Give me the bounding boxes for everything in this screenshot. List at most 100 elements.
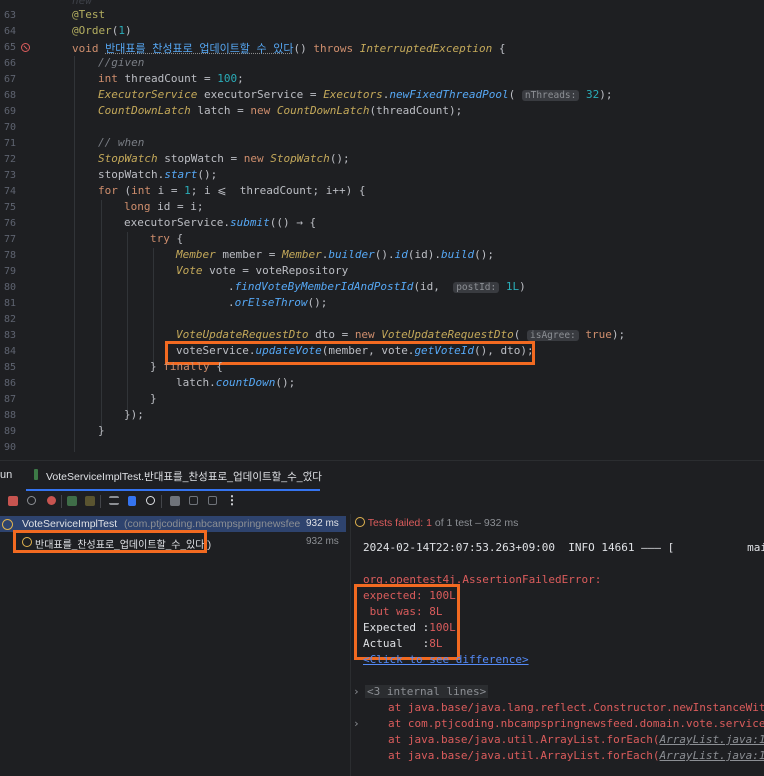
line-number: 84 (3, 346, 16, 357)
expand-icon[interactable] (208, 496, 217, 505)
root-test-class: VoteServiceImplTest (22, 518, 118, 530)
root-test-package: (com.ptjcoding.nbcampspringnewsfee (124, 518, 301, 530)
code-line-66: //given (98, 56, 145, 69)
line-number: 64 (3, 26, 16, 37)
source-link[interactable]: ArrayList.java:15 (660, 733, 764, 746)
code-line-75: long id = i; (124, 200, 204, 213)
param-hint: nThreads: (521, 90, 580, 101)
indent-guide (127, 232, 128, 412)
line-number: 65 (3, 42, 16, 53)
test-run-icon (34, 469, 38, 480)
code-line-63: @Test (72, 8, 106, 21)
code-line-89: } (98, 424, 105, 437)
code-line-88: }); (124, 408, 144, 421)
history-icon[interactable] (146, 496, 155, 505)
sort-icon[interactable] (109, 496, 119, 505)
line-number: 67 (3, 74, 16, 85)
code-line-86: latch.countDown(); (176, 376, 296, 389)
code-line-65: void 반대표를 찬성표로 업데이트할 수 있다() throws Inter… (72, 42, 506, 55)
warning-icon (355, 517, 365, 527)
code-line-73: stopWatch.start(); (98, 168, 218, 181)
toolbar-separator (161, 495, 162, 508)
close-tab-icon[interactable]: × (306, 468, 312, 480)
line-number: 81 (3, 298, 16, 309)
test-method-name: 반대표를 찬성표로 업데이트할 수 있다 (105, 42, 294, 55)
code-line-83: VoteUpdateRequestDto dto = new VoteUpdat… (176, 328, 626, 341)
param-hint: isAgree: (527, 330, 579, 341)
line-number: 66 (3, 58, 16, 69)
export-icon[interactable] (189, 496, 198, 505)
source-link[interactable]: ArrayList.java:15 (660, 749, 764, 762)
line-number: 83 (3, 330, 16, 341)
line-number: 89 (3, 426, 16, 437)
run-toolbar: ⋮ (0, 490, 340, 514)
line-number: 90 (3, 442, 16, 453)
indent-guide (153, 248, 154, 364)
run-tab[interactable]: VoteServiceImplTest.반대표를_찬성표로_업데이트할_수_있다… (26, 461, 322, 491)
line-number: 87 (3, 394, 16, 405)
code-line-81: .orElseThrow(); (228, 296, 328, 309)
line-number: 69 (3, 106, 16, 117)
line-number: 76 (3, 218, 16, 229)
line-number-gutter[interactable] (0, 0, 44, 460)
code-line-74: for (int i = 1; i ⩽ threadCount; i++) { (98, 184, 366, 197)
test-failed-gutter-icon[interactable] (21, 43, 30, 52)
code-line-67: int threadCount = 100; (98, 72, 244, 85)
root-test-time: 932 ms (306, 518, 339, 529)
show-passed-icon[interactable] (67, 496, 77, 506)
show-ignored-icon[interactable] (85, 496, 95, 506)
param-hint: postId: (453, 282, 500, 293)
code-line-85: } finally { (150, 360, 223, 373)
expand-arrow-icon[interactable]: › (353, 717, 360, 730)
line-number: 77 (3, 234, 16, 245)
line-number: 78 (3, 250, 16, 261)
stack-trace-line: at java.base/java.lang.reflect.Construct… (388, 701, 764, 714)
rerun-failed-icon[interactable] (47, 496, 56, 505)
run-tool-label[interactable]: un (0, 469, 12, 481)
code-line-87: } (150, 392, 157, 405)
rerun-icon[interactable] (27, 496, 36, 505)
indent-guide (101, 200, 102, 428)
code-line-77: try { (150, 232, 184, 245)
test-method-time: 932 ms (306, 536, 339, 547)
code-line-68: ExecutorService executorService = Execut… (98, 88, 613, 101)
internal-lines-fold[interactable]: <3 internal lines> (365, 685, 489, 698)
line-number: 72 (3, 154, 16, 165)
toolbar-separator (100, 495, 101, 508)
line-number: 70 (3, 122, 16, 133)
run-tool-window-header: un VoteServiceImplTest.반대표를_찬성표로_업데이트할_수… (0, 460, 764, 491)
test-results-tree[interactable]: VoteServiceImplTest (com.ptjcoding.nbcam… (0, 514, 346, 776)
code-line-78: Member member = Member.builder().id(id).… (176, 248, 494, 261)
highlight-box-test-method (13, 530, 207, 553)
line-number: 79 (3, 266, 16, 277)
camera-icon[interactable] (170, 496, 180, 506)
line-number: 82 (3, 314, 16, 325)
test-console-output[interactable]: Tests failed: 1 of 1 test – 932 ms 2024-… (350, 514, 764, 776)
line-number: 71 (3, 138, 16, 149)
code-line-79: Vote vote = voteRepository (176, 264, 349, 277)
warning-icon (2, 519, 13, 530)
expand-arrow-icon[interactable]: › (353, 685, 360, 698)
test-status: Tests failed: 1 of 1 test – 932 ms (355, 517, 518, 529)
stack-trace-line: at com.ptjcoding.nbcampspringnewsfeed.do… (388, 717, 764, 730)
line-number: 74 (3, 186, 16, 197)
more-options-icon[interactable]: ⋮ (226, 493, 238, 507)
line-number: 75 (3, 202, 16, 213)
line-number: 86 (3, 378, 16, 389)
line-number: 68 (3, 90, 16, 101)
line-number: 63 (3, 10, 16, 21)
line-number: 80 (3, 282, 16, 293)
code-line-71: // when (98, 136, 145, 149)
import-tests-icon[interactable] (128, 496, 136, 506)
stack-trace-line: at java.base/java.util.ArrayList.forEach… (388, 749, 764, 762)
code-editor[interactable]: 63 64 65 66 67 68 69 70 71 72 73 74 75 76 77 78 79 80 81 82… (0, 0, 764, 460)
stop-icon[interactable] (8, 496, 18, 506)
highlight-box-assertion (354, 584, 460, 660)
click-to-see-difference-link[interactable]: <Click to see difference> (363, 653, 529, 666)
log-line: 2024-02-14T22:07:53.263+09:00 INFO 14661… (363, 541, 764, 554)
line-number: 85 (3, 362, 16, 373)
code-line-76: executorService.submit(() → { (124, 216, 317, 229)
code-line-69: CountDownLatch latch = new CountDownLatc… (98, 104, 463, 117)
toolbar-separator (61, 495, 62, 508)
run-tab-title: VoteServiceImplTest.반대표를_찬성표로_업데이트할_수_있다 (46, 471, 322, 483)
